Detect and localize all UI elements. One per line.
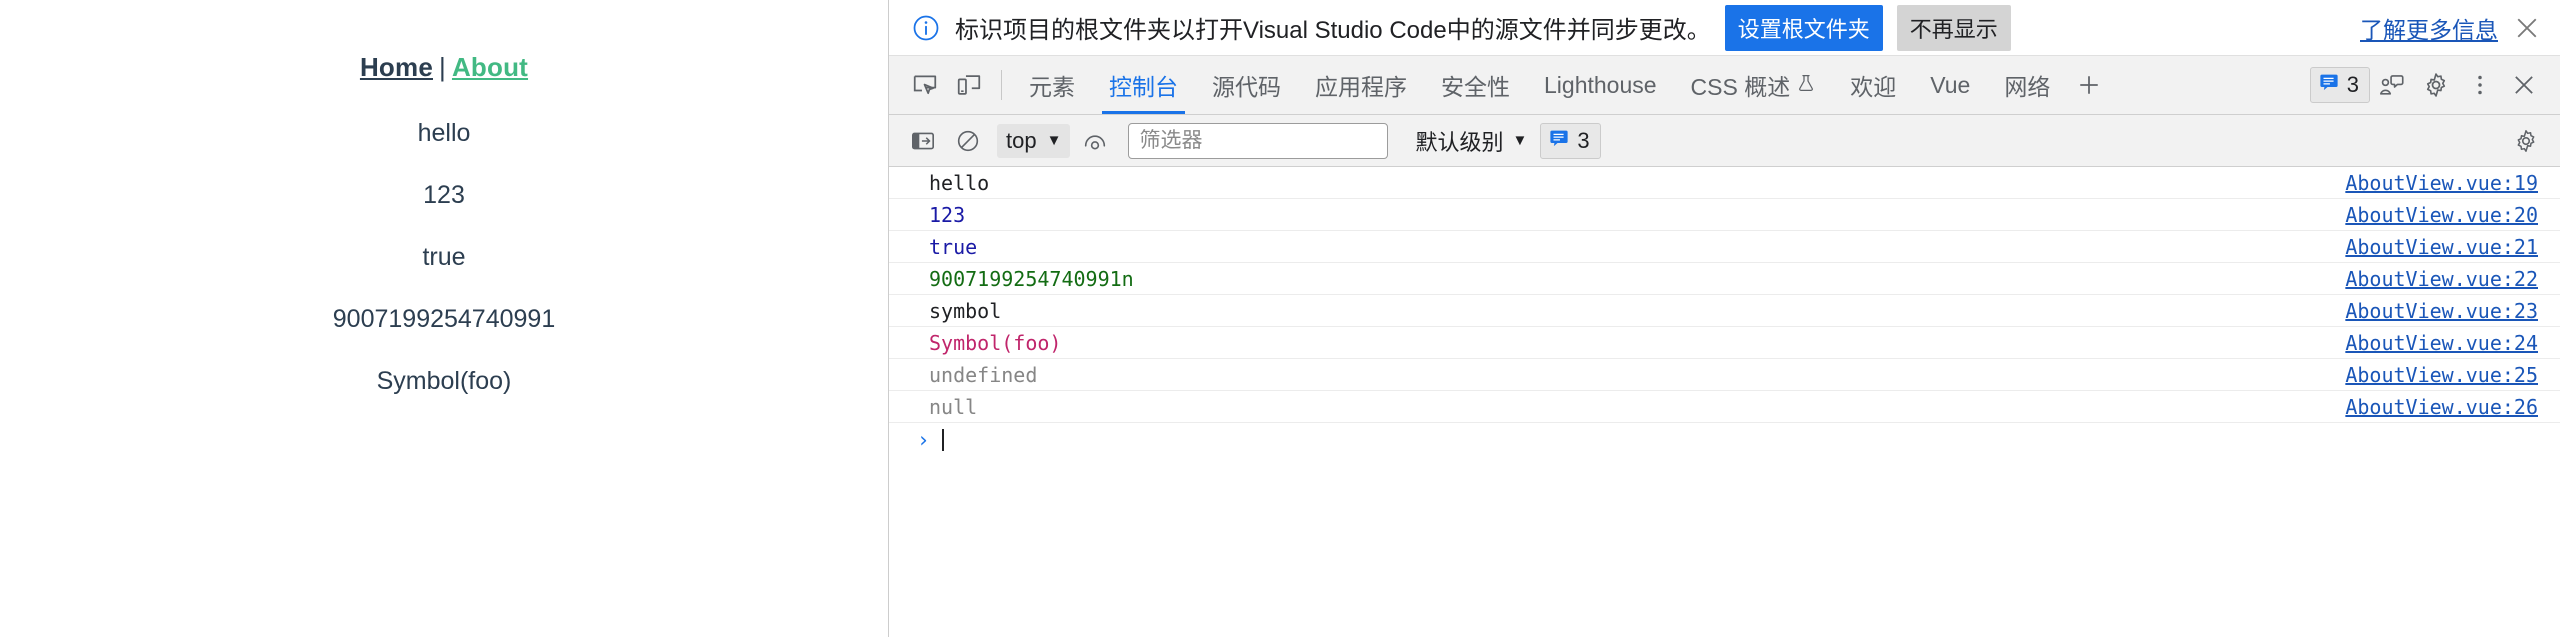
console-source-link[interactable]: AboutView.vue:24 bbox=[2345, 331, 2538, 355]
tab-elements[interactable]: 元素 bbox=[1012, 56, 1092, 114]
infobar: 标识项目的根文件夹以打开Visual Studio Code中的源文件并同步更改… bbox=[889, 0, 2560, 56]
infobar-message: 标识项目的根文件夹以打开Visual Studio Code中的源文件并同步更改… bbox=[955, 17, 1711, 44]
console-message: undefined bbox=[929, 362, 1038, 387]
console-row[interactable]: undefined AboutView.vue:25 bbox=[889, 359, 2560, 391]
tab-label: 源代码 bbox=[1212, 74, 1281, 100]
flask-icon bbox=[1796, 72, 1816, 99]
console-message: 9007199254740991n bbox=[929, 266, 1134, 291]
console-source-link[interactable]: AboutView.vue:19 bbox=[2345, 171, 2538, 195]
message-icon bbox=[1548, 127, 1570, 155]
console-source-link[interactable]: AboutView.vue:25 bbox=[2345, 363, 2538, 387]
chevron-down-icon: ▼ bbox=[1046, 132, 1062, 149]
page-viewport: Home | About hello 123 true 90071992547409… bbox=[0, 0, 889, 637]
text-caret bbox=[941, 429, 944, 451]
tab-label: 应用程序 bbox=[1315, 74, 1407, 100]
tab-label: Lighthouse bbox=[1544, 71, 1657, 98]
tab-label: 控制台 bbox=[1109, 74, 1178, 100]
tab-label: CSS 概述 bbox=[1690, 74, 1791, 100]
page-line: Symbol(foo) bbox=[376, 367, 512, 395]
page-line: 9007199254740991 bbox=[332, 305, 556, 333]
console-message: symbol bbox=[929, 298, 1002, 323]
page-line: hello bbox=[417, 119, 471, 147]
tab-label: Vue bbox=[1930, 71, 1971, 98]
feedback-icon[interactable] bbox=[2370, 63, 2414, 107]
tab-label: 欢迎 bbox=[1850, 74, 1897, 100]
close-devtools-icon[interactable] bbox=[2502, 63, 2546, 107]
tabbar-divider bbox=[1001, 70, 1002, 100]
page-line: 123 bbox=[423, 181, 465, 209]
devtools-panel: 标识项目的根文件夹以打开Visual Studio Code中的源文件并同步更改… bbox=[889, 0, 2560, 637]
tab-css-overview[interactable]: CSS 概述 bbox=[1674, 56, 1834, 114]
console-source-link[interactable]: AboutView.vue:23 bbox=[2345, 299, 2538, 323]
plus-icon[interactable] bbox=[2067, 63, 2111, 107]
console-message: 123 bbox=[929, 202, 966, 227]
console-source-link[interactable]: AboutView.vue:20 bbox=[2345, 203, 2538, 227]
tab-network[interactable]: 网络 bbox=[1987, 56, 2067, 114]
console-row[interactable]: Symbol(foo) AboutView.vue:24 bbox=[889, 327, 2560, 359]
learn-more-link[interactable]: 了解更多信息 bbox=[2360, 11, 2498, 45]
console-message: null bbox=[929, 394, 978, 419]
message-icon bbox=[2318, 71, 2340, 99]
log-level-select[interactable]: 默认级别 ▼ bbox=[1407, 121, 1535, 161]
devtools-tabbar: 元素 控制台 源代码 应用程序 安全性 Lighthouse CSS 概述 欢迎… bbox=[889, 56, 2560, 115]
console-row[interactable]: null AboutView.vue:26 bbox=[889, 391, 2560, 423]
console-message: Symbol(foo) bbox=[929, 330, 1062, 355]
tab-vue[interactable]: Vue bbox=[1913, 56, 1987, 114]
console-row[interactable]: true AboutView.vue:21 bbox=[889, 231, 2560, 263]
nav-separator: | bbox=[438, 52, 446, 82]
nav-link-home[interactable]: Home bbox=[360, 52, 433, 82]
page-content: hello 123 true 9007199254740991 Symbol(f… bbox=[0, 121, 888, 394]
device-toolbar-icon[interactable] bbox=[947, 63, 991, 107]
console-prompt[interactable]: › bbox=[889, 423, 2560, 457]
page-line: true bbox=[422, 243, 466, 271]
set-root-folder-button[interactable]: 设置根文件夹 bbox=[1724, 4, 1883, 51]
execution-context-select[interactable]: top ▼ bbox=[997, 123, 1071, 158]
page-nav: Home | About bbox=[0, 0, 888, 83]
message-count-badge[interactable]: 3 bbox=[2309, 67, 2370, 103]
console-row[interactable]: 123 AboutView.vue:20 bbox=[889, 199, 2560, 231]
console-message: hello bbox=[929, 170, 990, 195]
info-circle-icon bbox=[911, 13, 941, 43]
console-message-badge[interactable]: 3 bbox=[1540, 122, 1601, 159]
console-row[interactable]: 9007199254740991n AboutView.vue:22 bbox=[889, 263, 2560, 295]
close-icon[interactable] bbox=[2512, 13, 2542, 43]
console-source-link[interactable]: AboutView.vue:26 bbox=[2345, 395, 2538, 419]
kebab-menu-icon[interactable] bbox=[2458, 63, 2502, 107]
tab-sources[interactable]: 源代码 bbox=[1195, 56, 1298, 114]
console-sidebar-icon[interactable] bbox=[903, 121, 943, 161]
screen: Home | About hello 123 true 90071992547409… bbox=[0, 0, 2560, 637]
tab-security[interactable]: 安全性 bbox=[1424, 56, 1527, 114]
tab-label: 安全性 bbox=[1441, 74, 1510, 100]
console-message: true bbox=[929, 234, 978, 259]
console-filter-input[interactable] bbox=[1128, 122, 1389, 159]
tab-console[interactable]: 控制台 bbox=[1092, 56, 1195, 114]
console-source-link[interactable]: AboutView.vue:22 bbox=[2345, 267, 2538, 291]
console-source-link[interactable]: AboutView.vue:21 bbox=[2345, 235, 2538, 259]
execution-context-value: top bbox=[1006, 127, 1037, 153]
tab-application[interactable]: 应用程序 bbox=[1298, 56, 1424, 114]
live-expression-icon[interactable] bbox=[1075, 121, 1115, 161]
console-toolbar: top ▼ 默认级别 ▼ bbox=[889, 115, 2560, 167]
inspect-element-icon[interactable] bbox=[903, 63, 947, 107]
message-count: 3 bbox=[1577, 127, 1590, 153]
console-settings-gear-icon[interactable] bbox=[2506, 121, 2546, 161]
console-row[interactable]: hello AboutView.vue:19 bbox=[889, 167, 2560, 199]
console-row[interactable]: symbol AboutView.vue:23 bbox=[889, 295, 2560, 327]
clear-console-icon[interactable] bbox=[948, 121, 988, 161]
chevron-down-icon: ▼ bbox=[1512, 132, 1528, 149]
prompt-arrow-icon: › bbox=[917, 427, 930, 452]
console-log-list[interactable]: hello AboutView.vue:19 123 AboutView.vue… bbox=[889, 167, 2560, 637]
log-level-value: 默认级别 bbox=[1415, 129, 1504, 155]
tab-label: 网络 bbox=[2004, 74, 2051, 100]
tab-lighthouse[interactable]: Lighthouse bbox=[1527, 56, 1674, 114]
message-count: 3 bbox=[2346, 72, 2359, 97]
tab-label: 元素 bbox=[1029, 74, 1075, 100]
gear-icon[interactable] bbox=[2414, 63, 2458, 107]
dont-show-again-button[interactable]: 不再显示 bbox=[1896, 4, 2011, 51]
nav-link-about[interactable]: About bbox=[452, 52, 528, 82]
tab-welcome[interactable]: 欢迎 bbox=[1833, 56, 1913, 114]
